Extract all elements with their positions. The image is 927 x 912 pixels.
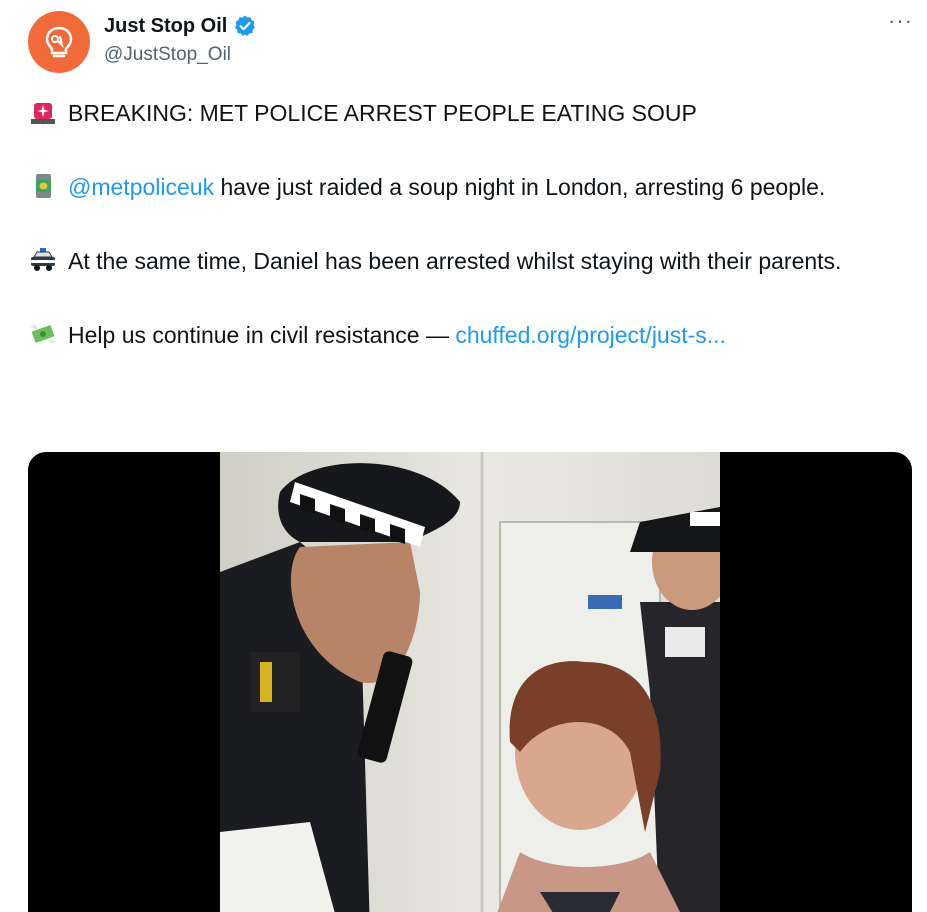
verified-badge-icon[interactable] [233,14,257,38]
tweet-line-daniel: At the same time, Daniel has been arrest… [28,243,908,280]
display-name[interactable]: Just Stop Oil [104,15,227,38]
more-options-icon[interactable]: ··· [888,10,913,32]
tweet-card[interactable]: Just Stop Oil @JustStop_Oil ··· BREAKING… [0,0,927,912]
video-player[interactable] [28,452,912,912]
tweet-line-donate: Help us continue in civil resistance — c… [28,317,908,354]
tweet-line-soup: @metpoliceuk have just raided a soup nig… [28,169,908,206]
tweet-line-breaking: BREAKING: MET POLICE ARREST PEOPLE EATIN… [28,95,908,132]
police-light-icon [31,103,55,124]
arrest-scene-image [220,452,720,912]
soup-can-icon [36,174,51,198]
donation-link[interactable]: chuffed.org/project/just-s... [455,322,726,348]
handle[interactable]: @JustStop_Oil [104,44,257,66]
video-thumbnail[interactable] [220,452,720,912]
tweet-header: Just Stop Oil @JustStop_Oil [104,12,257,66]
avatar[interactable] [28,11,90,73]
mention-link[interactable]: @metpoliceuk [68,174,214,200]
money-wings-icon [30,324,56,344]
police-car-icon [31,248,55,271]
tweet-text: BREAKING: MET POLICE ARREST PEOPLE EATIN… [28,95,908,354]
lightbulb-logo-icon [45,26,73,58]
